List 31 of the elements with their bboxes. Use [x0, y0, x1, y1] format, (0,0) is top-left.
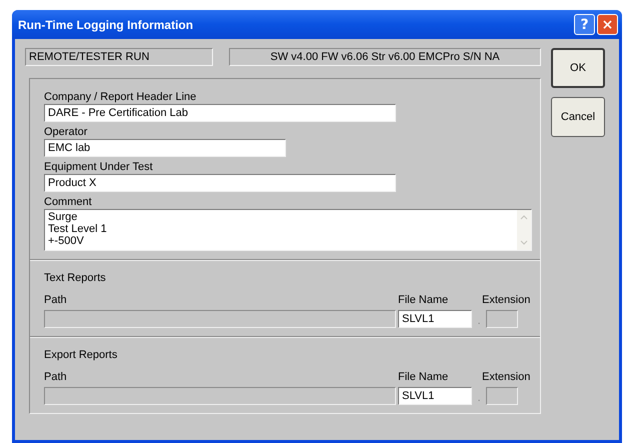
file-name-field[interactable]: SLVL1	[398, 310, 472, 328]
separator-dot: .	[476, 391, 482, 405]
comment-line: +-500V	[48, 235, 85, 247]
comment-line: Surge	[48, 211, 78, 223]
text-field[interactable]: EMC lab	[44, 139, 286, 157]
scrollbar-icon[interactable]	[517, 210, 531, 250]
field-label: Comment	[44, 195, 93, 209]
field-label: Extension	[482, 293, 532, 307]
field-label: Equipment Under Test	[44, 160, 154, 174]
section-title: Export Reports	[44, 348, 118, 362]
dialog-button[interactable]: Cancel	[551, 97, 605, 137]
field-label: Company / Report Header Line	[44, 90, 198, 104]
field-label: File Name	[398, 370, 450, 384]
dialog-button[interactable]: OK	[551, 48, 605, 88]
section-title: Text Reports	[44, 271, 107, 285]
text-field[interactable]: Product X	[44, 174, 396, 192]
window-title: Run-Time Logging Information	[18, 18, 194, 32]
file-name-field[interactable]: SLVL1	[398, 387, 472, 405]
close-button[interactable]: ×	[597, 14, 618, 35]
field-label: Path	[44, 293, 68, 307]
comment-field[interactable]: Surge Test Level 1 +-500V	[44, 209, 532, 251]
mode-status: REMOTE/TESTER RUN	[25, 48, 213, 66]
help-button[interactable]: ?	[574, 14, 595, 35]
text-field[interactable]: DARE - Pre Certification Lab	[44, 104, 396, 122]
version-status: SW v4.00 FW v6.06 Str v6.00 EMCPro S/N NA	[229, 48, 541, 66]
field-label: Extension	[482, 370, 532, 384]
separator-dot: .	[476, 314, 482, 328]
field-label: Operator	[44, 125, 88, 139]
field-label: File Name	[398, 293, 450, 307]
comment-line: Test Level 1	[48, 223, 108, 235]
field-label: Path	[44, 370, 68, 384]
